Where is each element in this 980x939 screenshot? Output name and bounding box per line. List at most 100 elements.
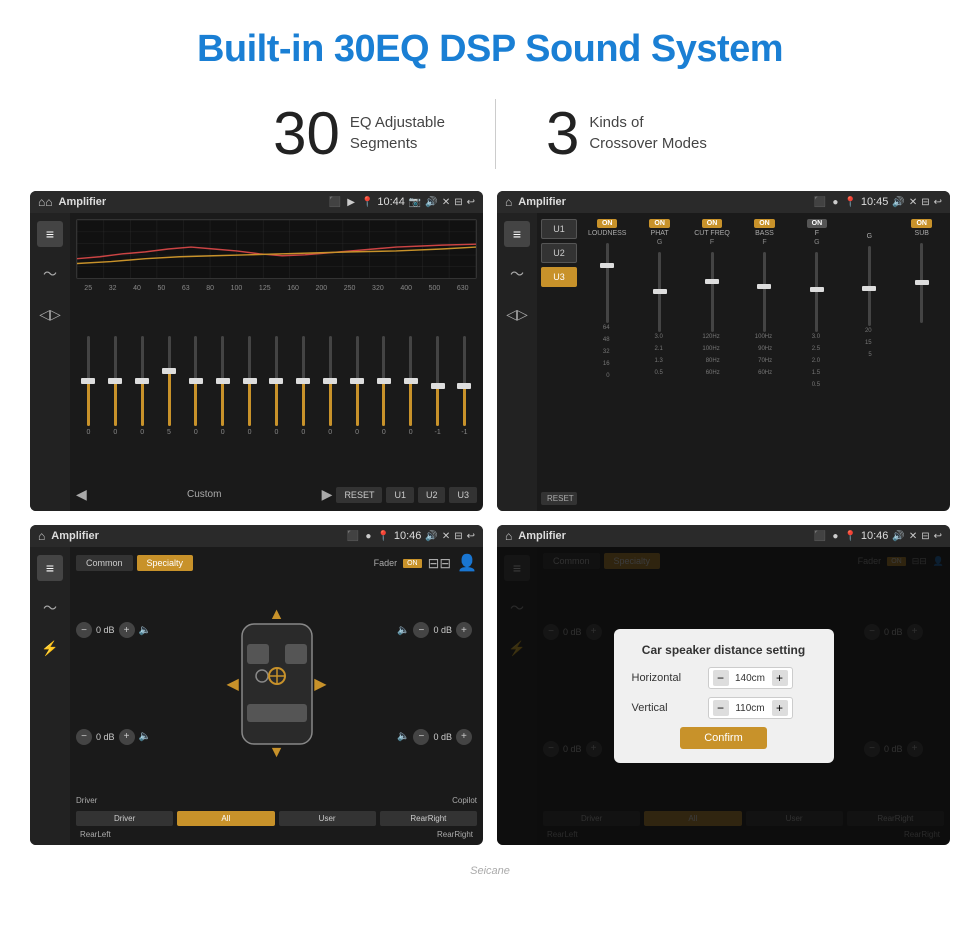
arrow-down[interactable]: ▼ [269,744,285,762]
confirm-button[interactable]: Confirm [680,727,767,749]
slider-3[interactable]: 5 [157,294,182,478]
fl-minus-btn[interactable]: − [76,622,92,638]
reset-dsp[interactable]: RESET [541,492,577,505]
rr-minus-btn[interactable]: − [413,729,429,745]
home-icon-1[interactable]: ⌂ [38,195,53,209]
sidebar-vol-icon[interactable]: ◁▷ [37,301,63,327]
ch-labels-bass: 100Hz90Hz70Hz60Hz [755,334,774,376]
ch-track-bass[interactable] [763,252,766,332]
slider-13[interactable]: -1 [425,294,450,478]
horizontal-plus-btn[interactable]: + [772,670,788,686]
rr-plus-btn[interactable]: + [456,729,472,745]
status-bar-2: ⌂ Amplifier ⬛ ● 📍 10:45 🔊 ✕ ⊟ ↩ [497,191,950,213]
slider-5[interactable]: 0 [210,294,235,478]
preset-u3[interactable]: U3 [541,267,577,287]
back-icon-2[interactable]: ↩ [934,197,942,208]
slider-12[interactable]: 0 [398,294,423,478]
back-icon-1[interactable]: ↩ [467,197,475,208]
volume-icon-2[interactable]: 🔊 [892,197,904,208]
on-badge-sub[interactable]: ON [911,219,932,228]
btn-driver[interactable]: Driver [76,811,173,826]
fader-slider-icon[interactable]: ⊟⊟ [428,555,451,572]
vertical-plus-btn[interactable]: + [772,700,788,716]
home-icon-2[interactable]: ⌂ [505,195,512,209]
arrow-right[interactable]: ▶ [314,674,326,694]
home-icon-3[interactable]: ⌂ [38,529,45,543]
slider-0[interactable]: 0 [76,294,101,478]
fr-plus-btn[interactable]: + [456,622,472,638]
slider-4[interactable]: 0 [183,294,208,478]
slider-6[interactable]: 0 [237,294,262,478]
on-badge-cutfreq[interactable]: ON [702,219,723,228]
play-icon-1[interactable]: ▶ [347,197,355,208]
fl-plus-btn[interactable]: + [119,622,135,638]
vertical-stepper[interactable]: − 110cm + [708,697,793,719]
u2-button[interactable]: U2 [418,487,446,503]
slider-9[interactable]: 0 [318,294,343,478]
close-icon-4[interactable]: ✕ [909,531,917,542]
arrow-left[interactable]: ◀ [227,674,239,694]
screen-icon-4[interactable]: ⊟ [921,531,929,542]
fader-on-badge[interactable]: ON [403,559,422,568]
preset-u2[interactable]: U2 [541,243,577,263]
ch-track-sub[interactable] [920,243,923,323]
close-icon-3[interactable]: ✕ [442,531,450,542]
ch-track-phat[interactable] [658,252,661,332]
sidebar-wave-icon-3[interactable]: 〜 [37,595,63,621]
horizontal-stepper[interactable]: − 140cm + [708,667,793,689]
tab-specialty-3[interactable]: Specialty [137,555,194,571]
fader-label: Fader [374,558,398,568]
screen-icon-2[interactable]: ⊟ [921,197,929,208]
sidebar-bluetooth-icon[interactable]: ⚡ [37,635,63,661]
next-preset-button[interactable]: ▶ [322,486,333,503]
sidebar-eq-icon[interactable]: ≡ [37,221,63,247]
rl-plus-btn[interactable]: + [119,729,135,745]
u1-button[interactable]: U1 [386,487,414,503]
back-icon-4[interactable]: ↩ [934,531,942,542]
reset-button-1[interactable]: RESET [336,487,382,503]
volume-icon-4[interactable]: 🔊 [892,531,904,542]
volume-icon-3[interactable]: 🔊 [425,531,437,542]
preset-u1[interactable]: U1 [541,219,577,239]
arrow-up[interactable]: ▲ [269,606,285,624]
btn-all[interactable]: All [177,811,274,826]
tab-common-3[interactable]: Common [76,555,133,571]
rl-minus-btn[interactable]: − [76,729,92,745]
on-badge-phat[interactable]: ON [649,219,670,228]
btn-user[interactable]: User [279,811,376,826]
slider-11[interactable]: 0 [371,294,396,478]
vertical-minus-btn[interactable]: − [713,700,729,716]
prev-preset-button[interactable]: ◀ [76,486,87,503]
ch-track-loudness[interactable] [606,243,609,323]
slider-14[interactable]: -1 [452,294,477,478]
on-badge-f[interactable]: ON [807,219,828,228]
sidebar-vol-icon-2[interactable]: ◁▷ [504,301,530,327]
slider-7[interactable]: 0 [264,294,289,478]
screen-icon-1[interactable]: ⊟ [454,197,462,208]
sidebar-eq-icon-2[interactable]: ≡ [504,221,530,247]
u3-button[interactable]: U3 [449,487,477,503]
fr-minus-btn[interactable]: − [413,622,429,638]
volume-icon-1[interactable]: 🔊 [425,197,437,208]
channel-loudness: ON LOUDNESS 644832160 [583,219,631,505]
close-icon-1[interactable]: ✕ [442,197,450,208]
right-icons-3: 📍 10:46 🔊 ✕ ⊟ ↩ [377,530,475,542]
sidebar-wave-icon[interactable]: 〜 [37,261,63,287]
slider-1[interactable]: 0 [103,294,128,478]
ch-track-cutfreq[interactable] [711,252,714,332]
on-badge-bass[interactable]: ON [754,219,775,228]
home-icon-4[interactable]: ⌂ [505,529,512,543]
slider-2[interactable]: 0 [130,294,155,478]
horizontal-minus-btn[interactable]: − [713,670,729,686]
slider-8[interactable]: 0 [291,294,316,478]
sidebar-wave-icon-2[interactable]: 〜 [504,261,530,287]
slider-10[interactable]: 0 [345,294,370,478]
btn-rearright[interactable]: RearRight [380,811,477,826]
sidebar-eq-icon-3[interactable]: ≡ [37,555,63,581]
back-icon-3[interactable]: ↩ [467,531,475,542]
ch-track-f[interactable] [815,252,818,332]
on-badge-loudness[interactable]: ON [597,219,618,228]
ch-track-g[interactable] [868,246,871,326]
close-icon-2[interactable]: ✕ [909,197,917,208]
screen-icon-3[interactable]: ⊟ [454,531,462,542]
